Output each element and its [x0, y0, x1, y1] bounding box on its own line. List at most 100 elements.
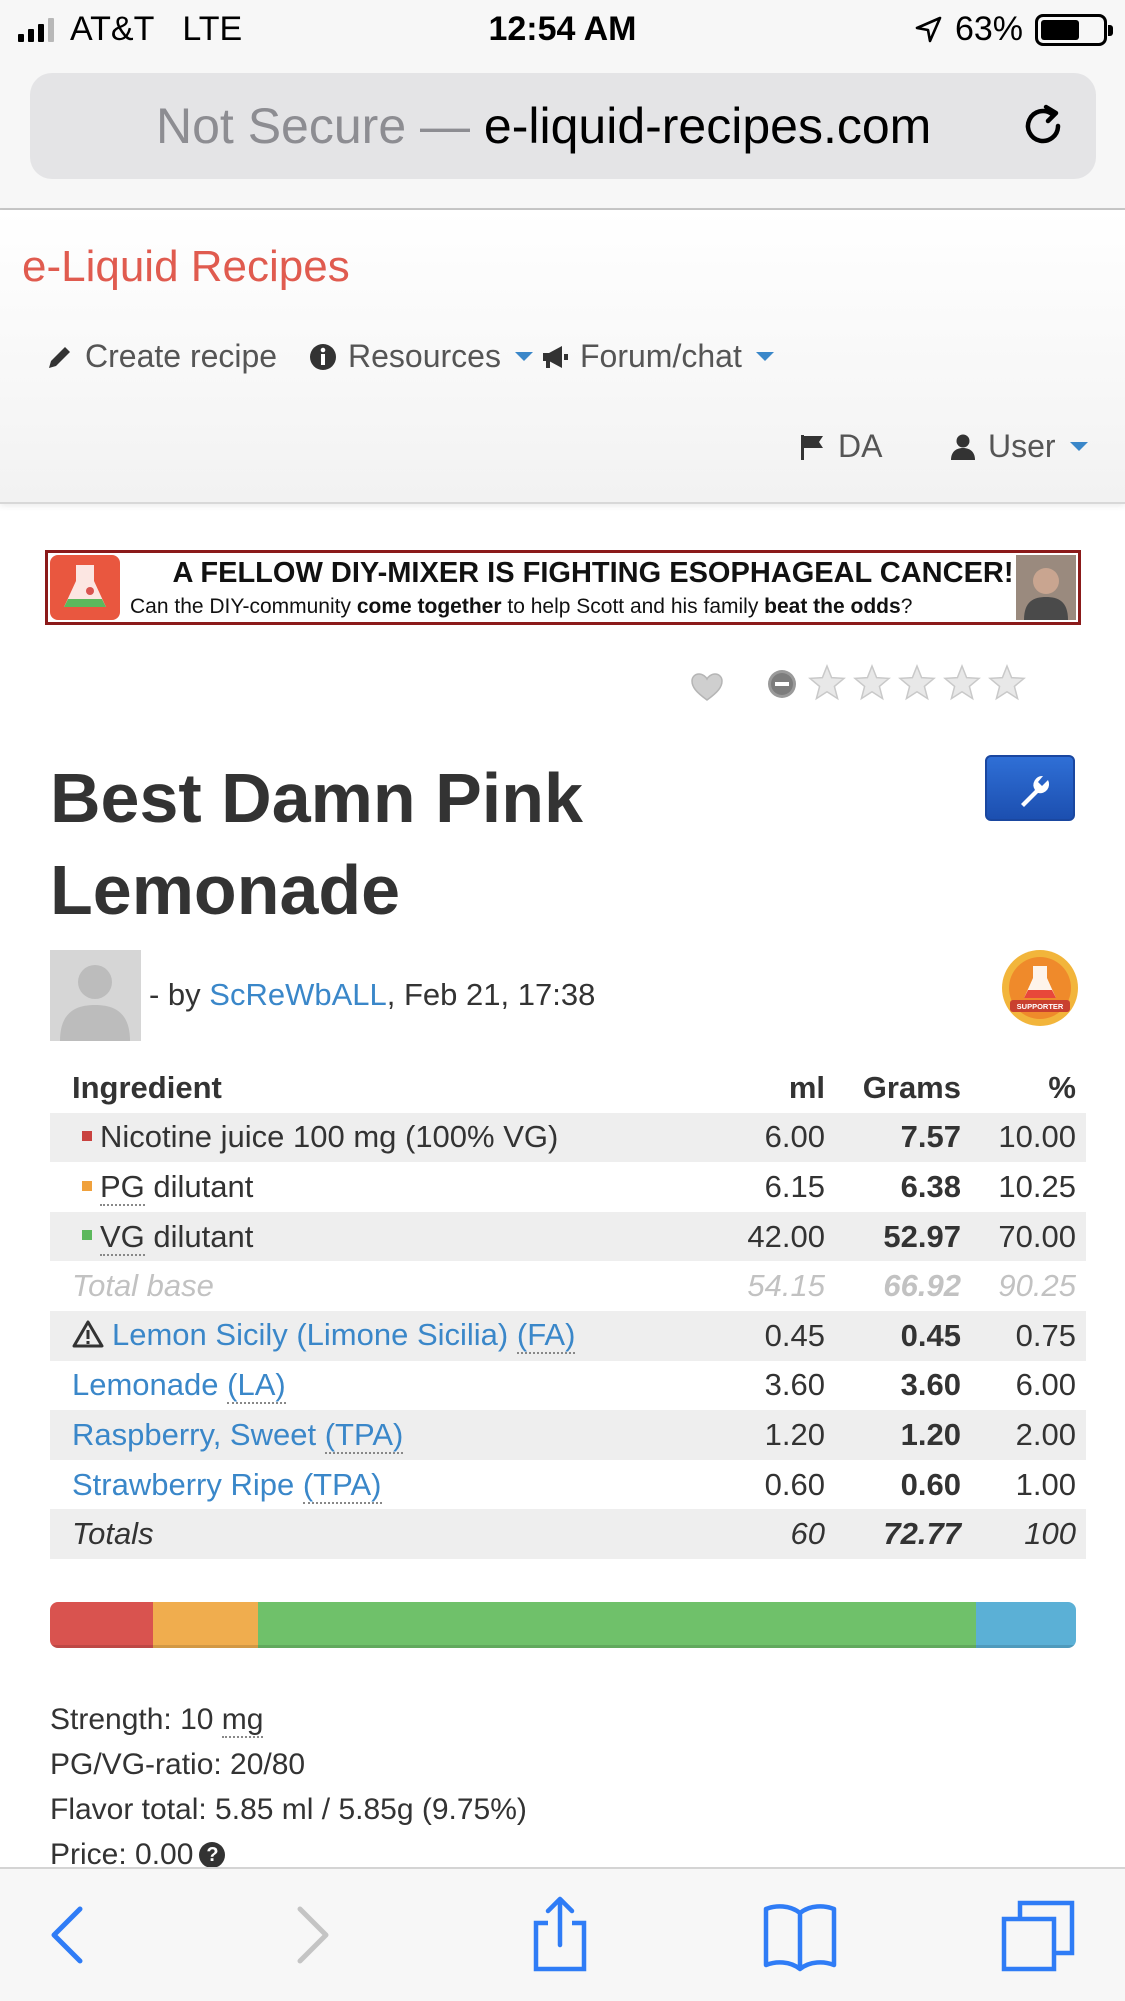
grams-cell: 0.45: [835, 1310, 971, 1361]
ingredient-cell: Lemon Sicily (Limone Sicilia) (FA): [50, 1310, 705, 1361]
totals-row: Totals 60 72.77 100: [50, 1509, 1086, 1559]
ratio-stat: PG/VG-ratio: 20/80: [50, 1748, 306, 1781]
rating-star-icon[interactable]: [898, 664, 936, 702]
author-link[interactable]: ScReWbALL: [209, 977, 386, 1012]
col-ml: ml: [788, 1069, 825, 1105]
ml-cell: 0.60: [764, 1466, 825, 1502]
nav-language-label: DA: [838, 428, 883, 464]
forward-icon[interactable]: [270, 1895, 350, 1975]
info-icon: [310, 343, 336, 370]
table-row: VG dilutant 42.00 52.97 70.00: [50, 1211, 1086, 1262]
status-bar: AT&T LTE 12:54 AM 63%: [0, 0, 1125, 62]
table-header-row: Ingredient ml Grams %: [50, 1063, 1086, 1113]
ml-cell: 6.15: [764, 1168, 825, 1204]
grams-cell: 3.60: [900, 1367, 961, 1403]
pct-cell: 10.25: [998, 1168, 1076, 1204]
favorite-heart-icon[interactable]: [690, 672, 724, 702]
ml-cell: 54.15: [747, 1268, 825, 1304]
strength-stat: Strength: 10 mg: [50, 1703, 264, 1738]
pct-cell: 0.75: [971, 1310, 1086, 1361]
rating-star-icon[interactable]: [943, 664, 981, 702]
flavor-link[interactable]: Lemonade (LA): [72, 1367, 286, 1405]
grams-cell: 72.77: [835, 1509, 971, 1559]
grams-cell: 0.60: [900, 1466, 961, 1502]
banner-headline: A FELLOW DIY-MIXER IS FIGHTING ESOPHAGEA…: [172, 557, 1014, 589]
person-photo: [1016, 555, 1076, 620]
nav-resources-label: Resources: [348, 338, 501, 374]
recipe-stats: Strength: 10 mg PG/VG-ratio: 20/80 Flavo…: [50, 1697, 527, 1877]
pct-cell: 10.00: [971, 1112, 1086, 1163]
svg-text:SUPPORTER: SUPPORTER: [1017, 1002, 1064, 1011]
composition-segment: [975, 1602, 1076, 1648]
status-right: 63%: [913, 10, 1113, 49]
col-pct: %: [1048, 1069, 1076, 1105]
composition-segment: [257, 1602, 976, 1648]
chevron-down-icon: [1069, 442, 1088, 451]
ingredient-cell: Lemonade (LA): [50, 1361, 705, 1411]
color-swatch: [82, 1131, 92, 1142]
ml-cell: 42.00: [705, 1211, 835, 1262]
color-swatch: [82, 1230, 92, 1241]
address-text[interactable]: Not Secure — e-liquid-recipes.com: [156, 97, 931, 155]
banner-subtext: Can the DIY-community come together to h…: [130, 595, 913, 618]
wrench-icon: [1021, 775, 1050, 807]
recipe-byline: - by ScReWbALL, Feb 21, 17:38: [149, 977, 596, 1012]
nav-language[interactable]: DA: [798, 428, 882, 465]
flavor-link[interactable]: Raspberry, Sweet (TPA): [72, 1416, 404, 1454]
flavor-link[interactable]: Strawberry Ripe (TPA): [72, 1466, 382, 1504]
grams-cell: 6.38: [900, 1168, 961, 1204]
ml-cell: 3.60: [764, 1367, 825, 1403]
grams-cell: 1.20: [835, 1410, 971, 1460]
help-icon[interactable]: ?: [199, 1842, 226, 1868]
clear-rating-icon[interactable]: [766, 668, 798, 700]
nav-user[interactable]: User: [948, 428, 1088, 465]
pct-cell: 70.00: [971, 1211, 1086, 1262]
browser-chrome: Not Secure — e-liquid-recipes.com: [0, 62, 1125, 210]
nav-create-recipe[interactable]: Create recipe: [45, 338, 277, 375]
share-icon[interactable]: [520, 1895, 600, 1975]
table-row: Strawberry Ripe (TPA) 0.60 0.60 1.00: [50, 1460, 1086, 1510]
avatar[interactable]: [50, 950, 141, 1041]
ingredient-cell: VG dilutant: [50, 1211, 705, 1262]
tabs-icon[interactable]: [1000, 1895, 1080, 1975]
back-icon[interactable]: [30, 1895, 110, 1975]
rating-star-icon[interactable]: [808, 664, 846, 702]
chevron-down-icon: [755, 352, 774, 361]
ingredient-cell: Strawberry Ripe (TPA): [50, 1460, 705, 1510]
tools-button[interactable]: [985, 755, 1075, 821]
nav-user-label: User: [988, 428, 1056, 464]
nav-create-recipe-label: Create recipe: [85, 338, 278, 374]
warning-icon[interactable]: [72, 1320, 104, 1348]
pct-cell: 90.25: [998, 1268, 1076, 1304]
address-bar[interactable]: Not Secure — e-liquid-recipes.com: [30, 73, 1096, 179]
pct-cell: 100: [971, 1509, 1086, 1559]
reload-icon[interactable]: [1016, 99, 1070, 153]
rating-star-icon[interactable]: [988, 664, 1026, 702]
composition-segment: [152, 1602, 258, 1648]
cancer-support-banner[interactable]: A FELLOW DIY-MIXER IS FIGHTING ESOPHAGEA…: [45, 550, 1081, 625]
ingredient-table: Ingredient ml Grams % Nicotine juice 100…: [50, 1063, 1086, 1559]
grams-cell: 7.57: [835, 1112, 971, 1163]
nav-forum-label: Forum/chat: [580, 338, 742, 374]
bookmarks-icon[interactable]: [760, 1895, 840, 1975]
site-brand[interactable]: e-Liquid Recipes: [22, 242, 350, 292]
ml-cell: 1.20: [705, 1410, 835, 1460]
security-label: Not Secure —: [156, 98, 471, 154]
pct-cell: 2.00: [971, 1410, 1086, 1460]
flavor-total-stat: Flavor total: 5.85 ml / 5.85g (9.75%): [50, 1793, 527, 1826]
nav-forum[interactable]: Forum/chat: [540, 338, 774, 375]
chevron-down-icon: [514, 352, 533, 361]
site-navbar: e-Liquid Recipes Create recipe Resources…: [0, 210, 1125, 504]
rating-star-icon[interactable]: [853, 664, 891, 702]
ml-cell: 60: [705, 1509, 835, 1559]
table-row: Lemon Sicily (Limone Sicilia) (FA) 0.45 0.…: [50, 1310, 1086, 1361]
user-icon: [951, 434, 975, 460]
location-arrow-icon: [915, 16, 942, 42]
pct-cell: 1.00: [1015, 1466, 1076, 1502]
ingredient-cell: Raspberry, Sweet (TPA): [50, 1410, 705, 1460]
flavor-link[interactable]: Lemon Sicily (Limone Sicilia) (FA): [112, 1317, 576, 1355]
recipe-title: Best Damn Pink Lemonade: [50, 759, 583, 929]
nav-resources[interactable]: Resources: [308, 338, 533, 375]
ingredient-cell: PG dilutant: [50, 1162, 705, 1212]
pencil-icon: [49, 346, 70, 368]
